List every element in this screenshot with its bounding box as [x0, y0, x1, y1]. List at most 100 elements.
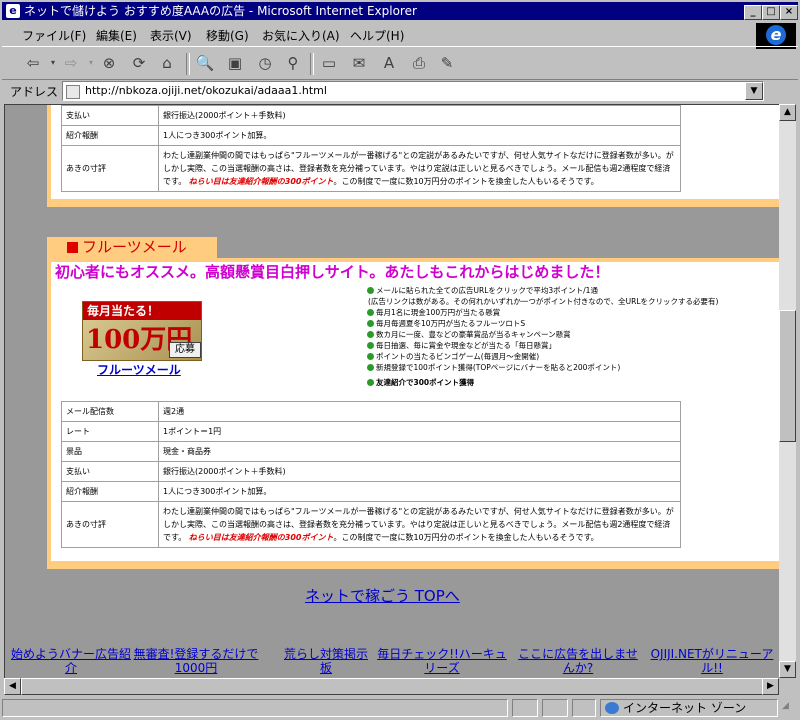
- minimize-button[interactable]: _: [744, 5, 762, 20]
- table-key: あきの寸評: [62, 502, 158, 547]
- table-key: 紹介報酬: [62, 482, 158, 501]
- list-item-text: ポイントの当たるビンゴゲーム(毎週月〜金開催): [376, 352, 540, 361]
- maximize-button[interactable]: □: [762, 5, 780, 20]
- menu-file[interactable]: ファイル(F): [22, 27, 86, 44]
- table-value: 銀行振込(2000ポイント＋手数料): [159, 462, 680, 481]
- table-row: 支払い 銀行振込(2000ポイント＋手数料): [62, 462, 680, 481]
- table-key: 紹介報酬: [62, 126, 158, 145]
- status-lock-cell: [542, 699, 568, 717]
- bullet-icon: [367, 353, 374, 360]
- fruitsmail-banner[interactable]: 毎月当たる！ 100万円 応募: [82, 301, 202, 361]
- red-square-icon: [67, 242, 78, 253]
- horizontal-scrollbar[interactable]: ◀ ▶: [4, 678, 779, 695]
- footer-link[interactable]: OJIJI.NETがリニューアル!!: [647, 647, 777, 675]
- bullet-icon: [367, 364, 374, 371]
- address-input[interactable]: http://nbkoza.ojiji.net/okozukai/adaaa1.…: [62, 81, 764, 101]
- section-headline: 初心者にもオススメ。高額懸賞目白押しサイト。あたしもこれからはじめました！: [55, 263, 610, 281]
- toolbar-separator: [186, 53, 190, 75]
- internet-globe-icon: [605, 702, 619, 714]
- window-title: ネットで儲けよう おすすめ度AAAの広告 - Microsoft Interne…: [24, 4, 417, 18]
- table-key: 支払い: [62, 106, 158, 125]
- list-item: ポイントの当たるビンゴゲーム(毎週月〜金開催): [367, 351, 718, 362]
- fruitsmail-link[interactable]: フルーツメール: [97, 361, 181, 378]
- menu-edit[interactable]: 編集(E): [96, 27, 137, 44]
- page-icon: [66, 85, 80, 99]
- footer-link[interactable]: 無審査!登録するだけで1000円: [131, 647, 261, 675]
- footer-link[interactable]: ここに広告を出しませんか?: [513, 647, 643, 675]
- bullet-icon: [367, 379, 374, 386]
- print-icon[interactable]: ⎙: [408, 53, 430, 73]
- table-key: メール配信数: [62, 402, 158, 421]
- home-icon[interactable]: ⌂: [156, 53, 178, 73]
- info-table-previous: 支払い 銀行振込(2000ポイント＋手数料) 紹介報酬 1人につき300ポイント…: [61, 105, 681, 192]
- table-row: 支払い 銀行振込(2000ポイント＋手数料): [62, 106, 680, 125]
- address-label: アドレス: [10, 85, 59, 99]
- list-item: 毎日抽選、毎に賞金や現金などが当たる「毎日懸賞」: [367, 340, 718, 351]
- edit-icon[interactable]: ✎: [436, 53, 458, 73]
- favorites-icon[interactable]: ▣: [224, 53, 246, 73]
- list-item-text: 新規登録で100ポイント獲得(TOPページにバナーを貼ると200ポイント): [376, 363, 621, 372]
- table-value: 1人につき300ポイント加算。: [159, 126, 680, 145]
- vertical-scrollbar[interactable]: ▲ ▼: [779, 104, 796, 678]
- back-icon[interactable]: ⇦: [22, 53, 44, 73]
- vertical-scroll-thumb[interactable]: [779, 310, 796, 442]
- top-page-link[interactable]: ネットで稼ごう TOPへ: [305, 585, 460, 606]
- scroll-right-icon[interactable]: ▶: [762, 678, 779, 695]
- horizontal-scroll-thumb[interactable]: [21, 678, 763, 695]
- list-item-text: 数カ月に一度、豊などの豪華賞品が当るキャンペーン懸賞: [376, 330, 571, 339]
- toolbar-separator: [310, 53, 314, 75]
- table-value: 1ポイント＝1円: [159, 422, 680, 441]
- list-item: 新規登録で100ポイント獲得(TOPページにバナーを貼ると200ポイント): [367, 362, 718, 373]
- table-row: 景品 現金・商品券: [62, 442, 680, 461]
- table-key: 景品: [62, 442, 158, 461]
- refresh-icon[interactable]: ⟳: [128, 53, 150, 73]
- font-icon[interactable]: A: [378, 53, 400, 73]
- footer-link[interactable]: 始めようバナー広告紹介: [11, 647, 131, 675]
- footer-link[interactable]: 毎日チェック!!ハーキュリーズ: [377, 647, 507, 675]
- table-value: 週2通: [159, 402, 680, 421]
- mail-icon[interactable]: ✉: [348, 53, 370, 73]
- ad-box-inner: 支払い 銀行振込(2000ポイント＋手数料) 紹介報酬 1人につき300ポイント…: [51, 105, 779, 199]
- status-bar: インターネット ゾーン ◢: [2, 697, 798, 718]
- list-item-text: 毎月1名に現金100万円が当たる懸賞: [376, 308, 501, 317]
- table-key: 支払い: [62, 462, 158, 481]
- comment-highlight: ねらい目は友達紹介報酬の300ポイント: [188, 177, 334, 186]
- comment-tail: 。この制度で一度に数10万円分のポイントを換金した人もいるそうです。: [333, 533, 599, 542]
- bullet-icon: [367, 309, 374, 316]
- ie-app-icon[interactable]: e: [6, 4, 20, 18]
- table-value: 1人につき300ポイント加算。: [159, 482, 680, 501]
- scroll-down-icon[interactable]: ▼: [779, 661, 796, 678]
- list-item-text: (広告リンクは数がある。その何れかいずれか一つがポイント付きなので、全URLをク…: [368, 297, 719, 306]
- scroll-left-icon[interactable]: ◀: [4, 678, 21, 695]
- menu-favorites[interactable]: お気に入り(A): [262, 27, 340, 44]
- history-icon[interactable]: ◷: [254, 53, 276, 73]
- forward-icon[interactable]: ⇨: [60, 53, 82, 73]
- fullscreen-icon[interactable]: ▭: [318, 53, 340, 73]
- comment-cell: わたし達副業仲間の間ではもっぱら"フルーツメールが一番稼げる"との定説があるみた…: [159, 146, 680, 191]
- search-icon[interactable]: 🔍: [194, 53, 216, 73]
- list-item: 友達紹介で300ポイント獲得: [367, 377, 718, 388]
- table-row: あきの寸評 わたし達副業仲間の間ではもっぱら"フルーツメールが一番稼げる"との定…: [62, 502, 680, 547]
- table-value: 現金・商品券: [159, 442, 680, 461]
- table-key: あきの寸評: [62, 146, 158, 191]
- close-button[interactable]: ×: [780, 5, 798, 20]
- stop-icon[interactable]: ⊗: [98, 53, 120, 73]
- feature-list: メールに貼られた全ての広告URLをクリックで平均3ポイント/1通 (広告リンクは…: [367, 285, 718, 388]
- standard-toolbar: ⇦ ▾ ⇨ ▾ ⊗ ⟳ ⌂ 🔍 ▣ ◷ ⚲ ▭ ✉ A ⎙ ✎: [2, 46, 798, 80]
- status-zone-cell: インターネット ゾーン: [600, 699, 778, 717]
- table-row: レート 1ポイント＝1円: [62, 422, 680, 441]
- address-url[interactable]: http://nbkoza.ojiji.net/okozukai/adaaa1.…: [85, 82, 327, 100]
- ie-logo-icon: e: [766, 25, 786, 45]
- page-viewport: 支払い 銀行振込(2000ポイント＋手数料) 紹介報酬 1人につき300ポイント…: [4, 104, 779, 679]
- address-dropdown-icon[interactable]: ▼: [745, 82, 763, 100]
- resize-grip-icon[interactable]: ◢: [782, 701, 794, 713]
- scroll-up-icon[interactable]: ▲: [779, 104, 796, 121]
- bullet-icon: [367, 320, 374, 327]
- comment-cell: わたし達副業仲間の間ではもっぱら"フルーツメールが一番稼げる"との定説があるみた…: [159, 502, 680, 547]
- footer-link[interactable]: 荒らし対策掲示板: [281, 647, 371, 675]
- menu-help[interactable]: ヘルプ(H): [350, 27, 404, 44]
- menu-go[interactable]: 移動(G): [206, 27, 249, 44]
- channels-icon[interactable]: ⚲: [282, 53, 304, 73]
- bullet-icon: [367, 287, 374, 294]
- menu-view[interactable]: 表示(V): [150, 27, 192, 44]
